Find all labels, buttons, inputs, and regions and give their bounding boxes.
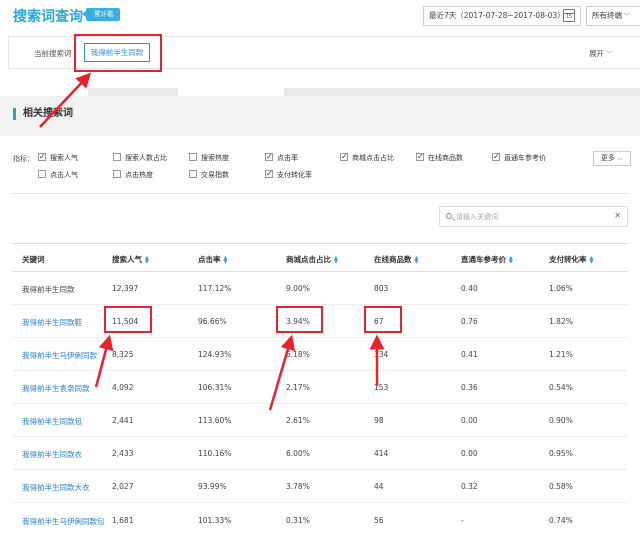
annotation-arrows (39, 72, 385, 411)
arrow-to-mall-click-share (268, 334, 296, 411)
arrow-to-search-popularity (94, 334, 114, 388)
arrow-to-current-term (39, 72, 92, 128)
